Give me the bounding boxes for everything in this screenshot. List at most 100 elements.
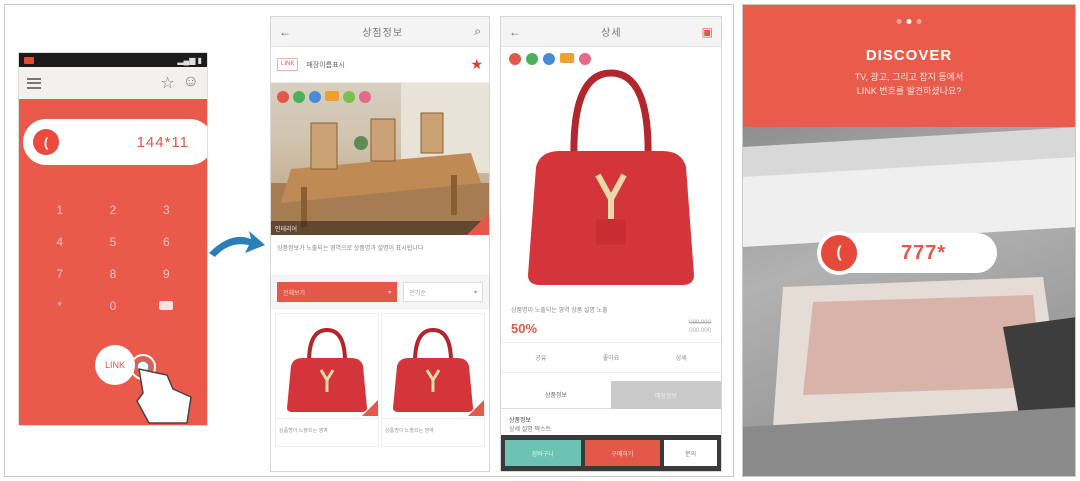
product-description: 상품명이 노출되는 영역 상품 설명 노출 (511, 308, 608, 314)
category-green-icon[interactable] (526, 53, 538, 65)
sort-filter[interactable]: 인기순 ▾ (403, 282, 483, 302)
key-0[interactable]: 0 (86, 299, 139, 313)
store-header[interactable]: LINK 매장이름표시 ★ (271, 47, 489, 83)
toolbar: ☆ ☺ (19, 67, 207, 99)
store-list-screen: ← 상점정보 ⌕ LINK 매장이름표시 ★ 인테리어 상품정보가 노출되는 영… (270, 16, 490, 472)
apple-logo-icon: ( (817, 231, 861, 275)
code-input[interactable]: ( 144*11 (23, 119, 207, 165)
key-8[interactable]: 8 (86, 267, 139, 281)
category-blue-icon[interactable] (309, 91, 321, 103)
original-price: 000,000 (689, 320, 711, 327)
category-red-icon[interactable] (277, 91, 289, 103)
key-3[interactable]: 3 (140, 203, 193, 217)
discount-rate: 50% (511, 321, 538, 336)
page-dot-active (906, 19, 912, 24)
product-description: 상품정보가 노출되는 영역으로 상품명과 설명이 표시됩니다 (277, 246, 424, 252)
back-arrow-icon[interactable]: ← (509, 25, 521, 39)
price-row: 50% 000,000 000,000 (501, 314, 721, 336)
key-4[interactable]: 4 (33, 235, 86, 249)
notification-icon (24, 56, 34, 64)
category-pink-icon[interactable] (579, 53, 591, 65)
category-lime-icon[interactable] (343, 91, 355, 103)
category-pink-icon[interactable] (359, 91, 371, 103)
sale-badge (468, 400, 484, 416)
action-row: 공유 좋아요 상세 (501, 342, 721, 373)
page-dot (916, 19, 922, 24)
key-6[interactable]: 6 (140, 235, 193, 249)
key-delete[interactable] (140, 299, 193, 313)
product-detail-screen: ← 상세 ▣ 상품명이 노출되는 영역 상품 설명 노출 50% 000,000… (500, 16, 722, 472)
category-orange-icon[interactable] (325, 91, 339, 101)
key-5[interactable]: 5 (86, 235, 139, 249)
signal-icon: ▂▄▆ ▮ (177, 55, 202, 65)
info-text: 상세 설명 텍스트 (509, 427, 551, 433)
key-1[interactable]: 1 (33, 203, 86, 217)
discover-subtitle-line-2: LINK 번호를 발견하셨나요? (856, 85, 962, 96)
product-card[interactable]: 상품명이 노출되는 영역 (381, 313, 485, 447)
menu-icon[interactable] (27, 77, 41, 89)
key-9[interactable]: 9 (140, 267, 193, 281)
sale-badge (467, 213, 489, 235)
category-icons (277, 91, 371, 103)
favorite-star-icon[interactable]: ★ (470, 56, 483, 73)
category-icons (509, 53, 591, 65)
discover-header: DISCOVER TV, 광고, 그리고 잡지 등에서 LINK 번호를 발견하… (743, 5, 1075, 127)
bottom-action-bar: 장바구니 구매하기 문의 (501, 435, 721, 471)
star-icon[interactable]: ☆ (160, 73, 174, 93)
arrow-right-icon (209, 231, 265, 257)
cart-button[interactable]: 장바구니 (505, 440, 581, 466)
key-2[interactable]: 2 (86, 203, 139, 217)
status-bar: ▂▄▆ ▮ (19, 53, 207, 67)
sale-price: 000,000 (689, 328, 711, 335)
share-button[interactable]: 공유 (535, 353, 546, 362)
discover-subtitle-line-1: TV, 광고, 그리고 잡지 등에서 (854, 72, 964, 82)
chevron-down-icon: ▾ (388, 289, 392, 296)
detail-tabs: 상품정보 매장정보 (501, 381, 721, 409)
product-caption: 상품명이 노출되는 영역 (382, 418, 484, 442)
filter-bar: 전체보기 ▾ 인기순 ▾ (271, 275, 489, 309)
category-filter[interactable]: 전체보기 ▾ (277, 282, 398, 302)
code-value: 144*11 (136, 133, 189, 151)
category-green-icon[interactable] (293, 91, 305, 103)
like-button[interactable]: 좋아요 (603, 353, 620, 362)
apple-logo-icon: ( (33, 129, 59, 155)
key-star[interactable]: * (33, 299, 86, 313)
magazine-stack-illustration (743, 127, 1075, 476)
category-filter-label: 전체보기 (283, 290, 306, 297)
red-handbag-icon (393, 327, 473, 412)
tab-product-info[interactable]: 상품정보 (501, 381, 611, 409)
product-card[interactable]: 상품명이 노출되는 영역 (275, 313, 379, 447)
back-arrow-icon[interactable]: ← (279, 25, 291, 39)
link-code: 777* (901, 241, 947, 264)
smile-icon[interactable]: ☺ (183, 73, 199, 93)
discover-panel: DISCOVER TV, 광고, 그리고 잡지 등에서 LINK 번호를 발견하… (742, 4, 1076, 477)
product-image[interactable] (501, 47, 721, 297)
inquiry-button[interactable]: 문의 (664, 440, 718, 466)
top-bar: ← 상세 ▣ (501, 17, 721, 47)
photo-caption: 인테리어 (271, 221, 489, 235)
category-orange-icon[interactable] (560, 53, 574, 63)
info-title: 상품정보 (509, 418, 532, 424)
screen-title: 상세 (601, 28, 622, 39)
discover-title: DISCOVER (865, 47, 953, 64)
dining-room-photo (271, 83, 489, 235)
detail-button[interactable]: 상세 (676, 353, 687, 362)
category-blue-icon[interactable] (543, 53, 555, 65)
cart-icon[interactable]: ▣ (702, 25, 713, 39)
product-caption: 상품명이 노출되는 영역 (276, 418, 378, 442)
hero-image[interactable]: 인테리어 (271, 83, 489, 235)
sort-filter-label: 인기순 (409, 290, 426, 297)
tab-store-info[interactable]: 매장정보 (611, 381, 721, 409)
key-7[interactable]: 7 (33, 267, 86, 281)
store-logo: LINK (277, 58, 299, 71)
search-icon[interactable]: ⌕ (474, 24, 481, 39)
category-red-icon[interactable] (509, 53, 521, 65)
page-indicator (896, 19, 922, 24)
tapping-hand-icon (130, 354, 192, 424)
link-code-banner[interactable]: ( 777* (817, 231, 997, 275)
sale-badge (362, 400, 378, 416)
top-bar: ← 상점정보 ⌕ (271, 17, 489, 47)
price-block: 000,000 000,000 (689, 320, 711, 336)
magazine-photo: ( 777* (743, 127, 1075, 476)
buy-button[interactable]: 구매하기 (584, 440, 661, 466)
